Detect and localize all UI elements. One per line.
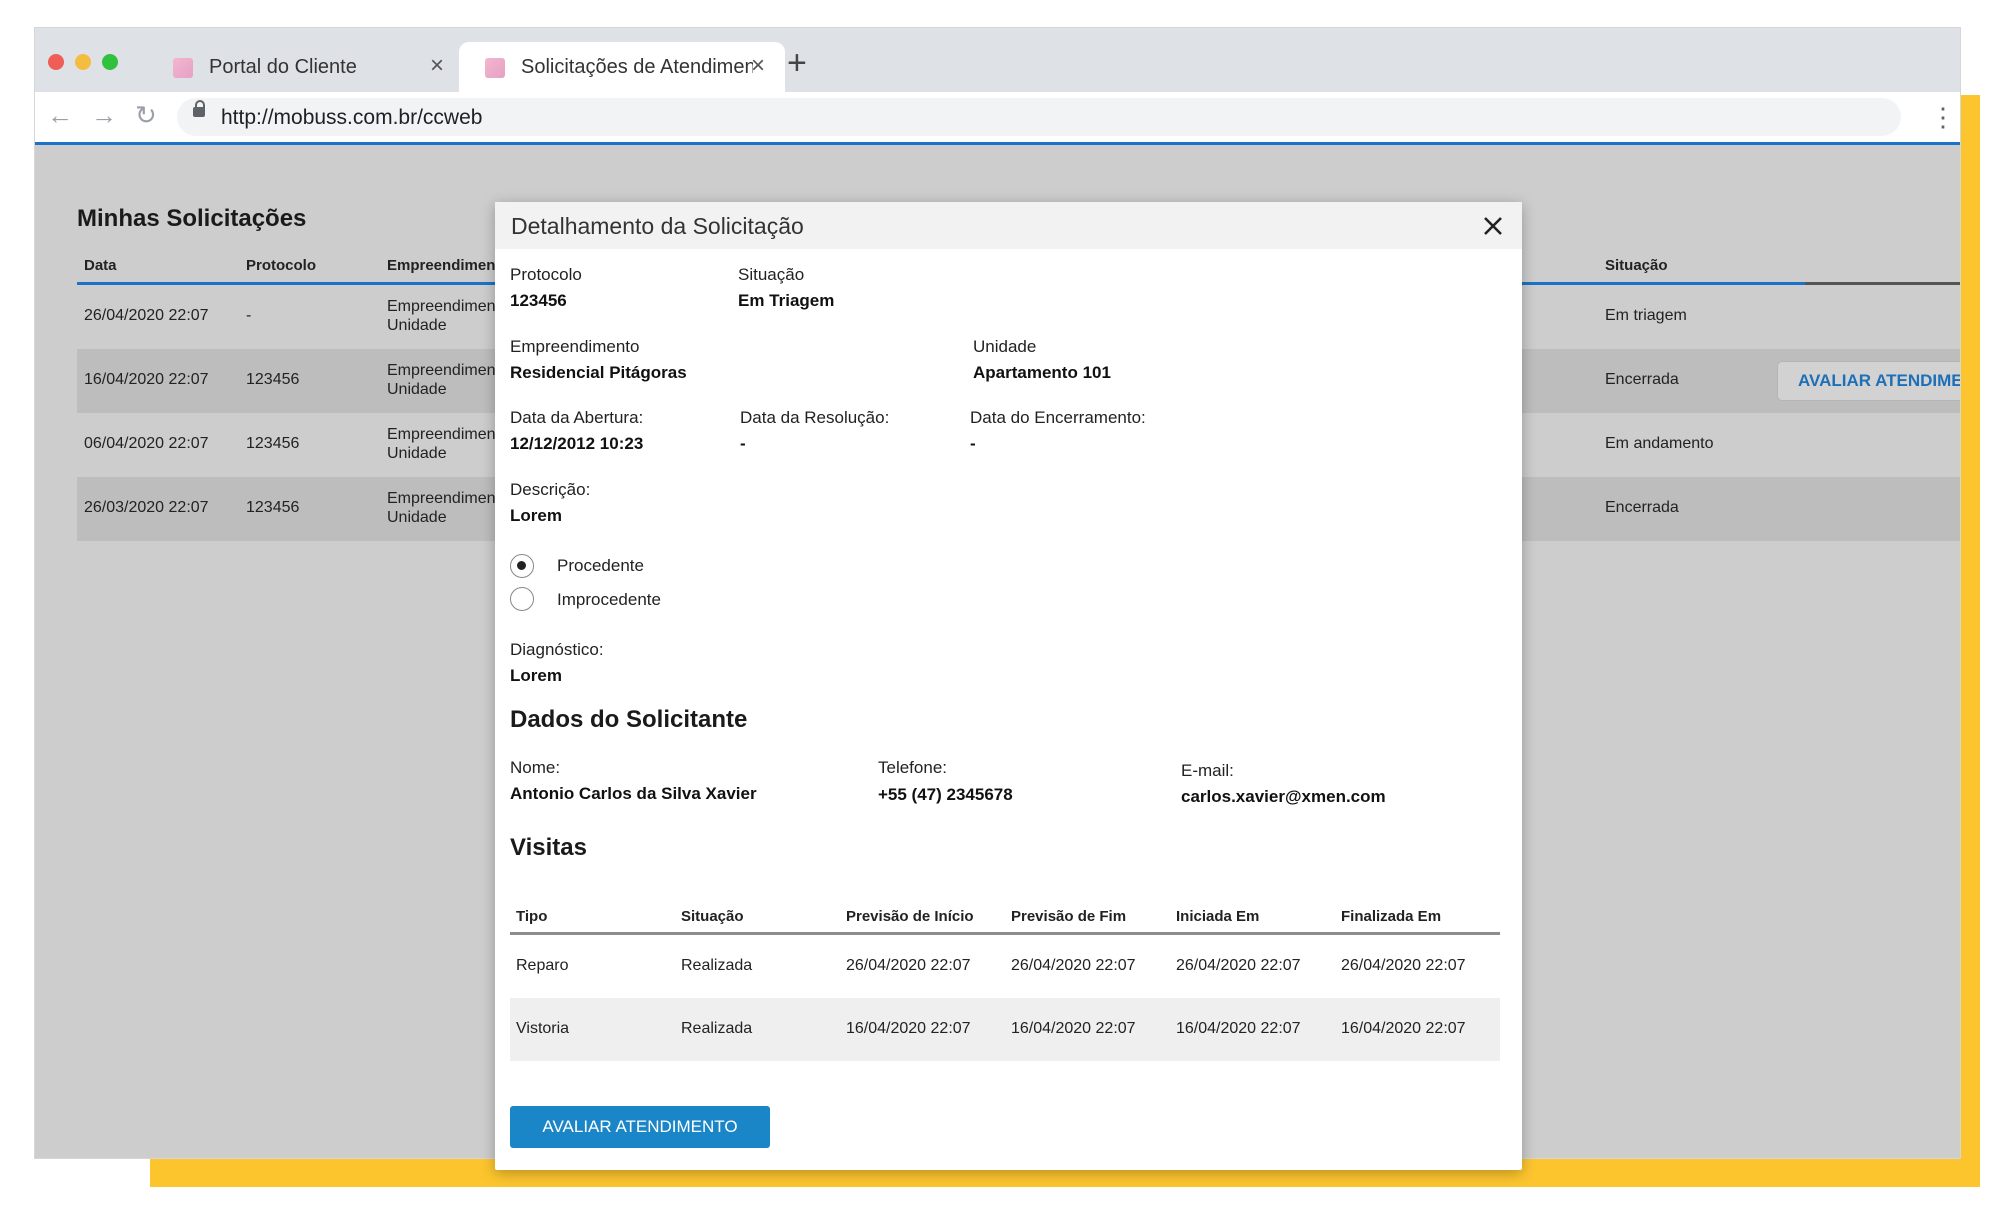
row-protocol: 123456 (246, 435, 300, 452)
visita-previsao-fim: 16/04/2020 22:07 (1011, 1020, 1136, 1037)
visita-situacao: Realizada (681, 1020, 753, 1037)
protocolo-label: Protocolo (510, 265, 582, 284)
row-empreendimento: Empreendimento Unidade (387, 490, 507, 526)
request-detail-modal: Detalhamento da Solicitação Protocolo 12… (495, 202, 1522, 1170)
visitas-section-title: Visitas (510, 834, 587, 861)
visitas-header-iniciada-em[interactable]: Iniciada Em (1176, 908, 1259, 925)
radio-improcedente[interactable] (510, 587, 534, 611)
tab-favicon-icon (173, 58, 193, 78)
row-date: 26/03/2020 22:07 (84, 499, 209, 516)
row-date: 16/04/2020 22:07 (84, 371, 209, 388)
visitas-header-tipo[interactable]: Tipo (516, 908, 547, 925)
row-protocol: - (246, 307, 252, 324)
column-header-empreendimento[interactable]: Empreendimento (387, 257, 495, 274)
window-minimize-button[interactable] (75, 54, 91, 70)
reload-icon[interactable]: ↻ (135, 100, 157, 131)
diagnostico-label: Diagnóstico: (510, 640, 604, 659)
modal-title: Detalhamento da Solicitação (511, 213, 804, 239)
data-abertura-label: Data da Abertura: (510, 408, 644, 427)
tab-bar: Portal do Cliente × Solicitações de Aten… (35, 28, 1960, 92)
page-title: Minhas Solicitações (77, 205, 307, 232)
tab-title: Portal do Cliente (209, 56, 357, 78)
tab-solicitacoes[interactable]: Solicitações de Atendimento × (459, 42, 785, 92)
data-encerramento-label: Data do Encerramento: (970, 408, 1146, 427)
row-empreendimento: Empreendimento Unidade (387, 426, 507, 462)
address-toolbar: ← → ↻ http://mobuss.com.br/ccweb ⋮ (35, 92, 1960, 145)
situacao-label: Situação (738, 265, 805, 284)
row-empreendimento: Empreendimento Unidade (387, 362, 507, 398)
url-text: http://mobuss.com.br/ccweb (221, 106, 483, 129)
visita-tipo: Reparo (516, 957, 569, 974)
row-protocol: 123456 (246, 371, 300, 388)
row-date: 26/04/2020 22:07 (84, 307, 209, 324)
nome-value: Antonio Carlos da Silva Xavier (510, 784, 757, 803)
data-resolucao-value: - (740, 434, 746, 453)
data-resolucao-label: Data da Resolução: (740, 408, 890, 427)
visita-previsao-inicio: 16/04/2020 22:07 (846, 1020, 971, 1037)
window-maximize-button[interactable] (102, 54, 118, 70)
nome-label: Nome: (510, 758, 561, 777)
radio-procedente[interactable] (510, 554, 534, 578)
descricao-value: Lorem (510, 506, 562, 525)
visita-iniciada-em: 16/04/2020 22:07 (1176, 1020, 1301, 1037)
visitas-header-previsao-fim[interactable]: Previsão de Fim (1011, 908, 1126, 925)
avaliar-atendimento-button[interactable]: AVALIAR ATENDIMENTO (510, 1106, 770, 1148)
email-value: carlos.xavier@xmen.com (1181, 787, 1386, 806)
situacao-value: Em Triagem (738, 291, 835, 310)
descricao-label: Descrição: (510, 480, 591, 499)
tab-close-icon[interactable]: × (430, 52, 444, 80)
row-status: Encerrada (1605, 371, 1679, 388)
unidade-label: Unidade (973, 337, 1037, 356)
row-avaliar-button[interactable]: AVALIAR ATENDIMENTO (1777, 361, 1960, 401)
row-status: Em triagem (1605, 307, 1687, 324)
forward-arrow-icon[interactable]: → (91, 100, 117, 131)
empreendimento-value: Residencial Pitágoras (510, 363, 687, 382)
protocolo-value: 123456 (510, 291, 567, 310)
address-bar[interactable]: http://mobuss.com.br/ccweb (177, 98, 1901, 136)
visita-finalizada-em: 16/04/2020 22:07 (1341, 1020, 1466, 1037)
column-header-protocolo[interactable]: Protocolo (246, 257, 316, 274)
visitas-header-previsao-inicio[interactable]: Previsão de Início (846, 908, 974, 925)
new-tab-icon[interactable]: + (787, 46, 807, 80)
tab-close-icon[interactable]: × (751, 52, 765, 80)
email-label: E-mail: (1181, 761, 1234, 780)
telefone-value: +55 (47) 2345678 (878, 785, 1013, 804)
column-header-data[interactable]: Data (84, 257, 117, 274)
telefone-label: Telefone: (878, 758, 947, 777)
radio-procedente-label[interactable]: Procedente (557, 556, 644, 576)
visitas-header-finalizada-em[interactable]: Finalizada Em (1341, 908, 1441, 925)
column-header-situacao[interactable]: Situação (1605, 257, 1668, 274)
visita-previsao-fim: 26/04/2020 22:07 (1011, 957, 1136, 974)
row-date: 06/04/2020 22:07 (84, 435, 209, 452)
tab-portal-do-cliente[interactable]: Portal do Cliente × (147, 42, 487, 92)
visitas-header-situacao[interactable]: Situação (681, 908, 744, 925)
data-encerramento-value: - (970, 434, 976, 453)
unidade-value: Apartamento 101 (973, 363, 1111, 382)
browser-menu-icon[interactable]: ⋮ (1930, 102, 1956, 133)
visita-row[interactable]: Vistoria Realizada 16/04/2020 22:07 16/0… (510, 998, 1500, 1061)
row-empreendimento: Empreendimento Unidade (387, 298, 507, 334)
close-icon[interactable] (1482, 215, 1504, 237)
visita-tipo: Vistoria (516, 1020, 570, 1037)
tab-title: Solicitações de Atendimento (521, 56, 753, 78)
visita-finalizada-em: 26/04/2020 22:07 (1341, 957, 1466, 974)
lock-icon (193, 100, 205, 117)
back-arrow-icon[interactable]: ← (47, 100, 73, 131)
diagnostico-value: Lorem (510, 666, 562, 685)
visita-previsao-inicio: 26/04/2020 22:07 (846, 957, 971, 974)
tab-favicon-icon (485, 58, 505, 78)
visita-situacao: Realizada (681, 957, 753, 974)
window-close-button[interactable] (48, 54, 64, 70)
data-abertura-value: 12/12/2012 10:23 (510, 434, 644, 453)
row-status: Encerrada (1605, 499, 1679, 516)
solicitante-section-title: Dados do Solicitante (510, 706, 748, 733)
empreendimento-label: Empreendimento (510, 337, 640, 356)
row-status: Em andamento (1605, 435, 1714, 452)
radio-improcedente-label[interactable]: Improcedente (557, 590, 661, 610)
visita-row[interactable]: Reparo Realizada 26/04/2020 22:07 26/04/… (510, 935, 1500, 998)
row-protocol: 123456 (246, 499, 300, 516)
modal-header: Detalhamento da Solicitação (495, 202, 1522, 249)
visita-iniciada-em: 26/04/2020 22:07 (1176, 957, 1301, 974)
